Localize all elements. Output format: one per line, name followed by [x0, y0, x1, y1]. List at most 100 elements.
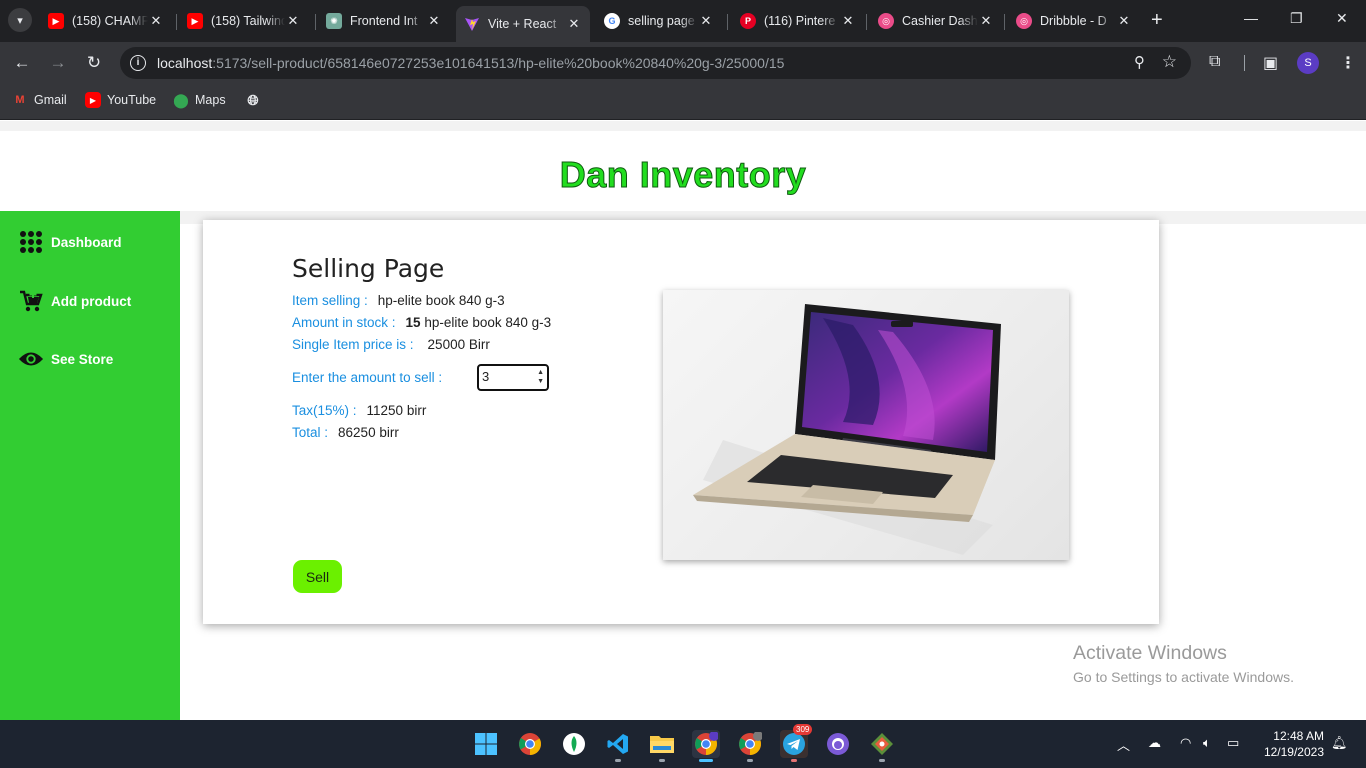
youtube-icon: ▶	[85, 92, 101, 108]
bookmark-label: Gmail	[34, 93, 67, 107]
amount-input[interactable]: 3 ▲ ▼	[477, 364, 549, 391]
volume-icon[interactable]: 🔈︎	[1203, 735, 1211, 751]
tab-vite-react[interactable]: Vite + React ✕	[456, 6, 590, 42]
browser-toolbar: ← → ↻ i localhost:5173/sell-product/6581…	[0, 42, 1366, 84]
grid-icon	[18, 229, 44, 255]
taskbar-chrome-profile[interactable]	[692, 730, 720, 758]
new-tab-button[interactable]: +	[1151, 9, 1163, 31]
globe-icon: 🌐︎	[247, 91, 259, 108]
tray-overflow-icon[interactable]: ︿	[1117, 735, 1130, 754]
taskbar-vscode[interactable]	[604, 730, 632, 758]
system-clock[interactable]: 12:48 AM 12/19/2023	[1258, 728, 1324, 760]
sidebar: Dashboard Add product See Store	[0, 211, 180, 720]
tab-youtube-tailwind[interactable]: ▶ (158) Tailwind ✕	[179, 6, 309, 36]
page-viewport: Dan Inventory Dashboard Add product See …	[0, 121, 1366, 720]
sidebar-item-add-product[interactable]: Add product	[18, 288, 131, 314]
sell-button[interactable]: Sell	[293, 560, 342, 593]
tax-value: 11250 birr	[366, 403, 427, 418]
tab-title: (158) Tailwind	[211, 14, 285, 28]
item-selling-value: hp-elite book 840 g-3	[377, 293, 505, 308]
price-row: Single Item price is : 25000 Birr	[292, 337, 490, 352]
address-bar[interactable]: i localhost:5173/sell-product/658146e072…	[120, 47, 1191, 79]
git-icon	[871, 733, 893, 755]
tab-cashier-dash[interactable]: ◎ Cashier Dash ✕	[870, 6, 1002, 36]
taskbar-chrome-2[interactable]	[736, 730, 764, 758]
cloud-off-icon[interactable]: ☁︎	[1148, 735, 1161, 751]
window-close-button[interactable]: ✕	[1336, 10, 1348, 27]
telegram-icon	[783, 733, 805, 755]
tab-frontend-int[interactable]: ✺ Frontend Int ✕	[318, 6, 450, 36]
bookmark-maps[interactable]: ⬤ Maps	[173, 91, 226, 108]
pinterest-icon: P	[740, 13, 756, 29]
bookmark-label: Maps	[195, 93, 226, 107]
tab-youtube-champ[interactable]: ▶ (158) CHAMP ✕	[40, 6, 172, 36]
notification-bell-icon[interactable]: 🔔︎	[1331, 735, 1348, 751]
page-title: Selling Page	[292, 254, 445, 283]
selling-card: Selling Page Item selling : hp-elite book…	[203, 220, 1159, 624]
taskbar-mongodb[interactable]	[560, 730, 588, 758]
wifi-icon[interactable]: ◠	[1180, 735, 1191, 751]
brand-title: Dan Inventory	[559, 154, 807, 196]
taskbar-telegram[interactable]: 309	[780, 724, 813, 758]
bookmark-star-icon[interactable]: ☆	[1162, 52, 1177, 72]
tab-search-button[interactable]: ▾	[8, 8, 32, 32]
price-value: 25000 Birr	[427, 337, 490, 352]
sidebar-item-see-store[interactable]: See Store	[18, 346, 113, 372]
taskbar-file-explorer[interactable]	[648, 730, 676, 758]
forward-button[interactable]: →	[47, 52, 69, 74]
item-selling-label: Item selling :	[292, 293, 368, 308]
activate-windows-watermark: Activate Windows Go to Settings to activ…	[1073, 642, 1294, 685]
profile-avatar[interactable]: S	[1297, 52, 1319, 74]
stock-count: 15	[405, 315, 421, 330]
start-button[interactable]	[472, 730, 500, 758]
taskbar-chrome[interactable]	[516, 730, 544, 758]
windows-taskbar: 309 ︿ ☁︎ ◠ 🔈︎ ▭ 12:48 AM 12/19/2023 🔔︎	[0, 720, 1366, 768]
close-icon[interactable]: ✕	[426, 13, 442, 29]
extensions-icon[interactable]: ⧉	[1209, 53, 1220, 71]
bookmarks-bar: M Gmail ▶ YouTube ⬤ Maps 🌐︎	[0, 84, 1366, 120]
youtube-icon: ▶	[187, 13, 203, 29]
tab-pinterest[interactable]: P (116) Pintere ✕	[732, 6, 864, 36]
stock-label: Amount in stock :	[292, 315, 396, 330]
spinner-icon[interactable]: ▲ ▼	[537, 368, 544, 386]
zoom-icon[interactable]: ⚲	[1134, 53, 1145, 71]
close-icon[interactable]: ✕	[566, 16, 582, 32]
close-icon[interactable]: ✕	[1116, 13, 1132, 29]
mongodb-icon	[563, 733, 585, 755]
url-text[interactable]: localhost:5173/sell-product/658146e07272…	[157, 55, 784, 71]
close-icon[interactable]: ✕	[978, 13, 994, 29]
minimize-button[interactable]: —	[1244, 10, 1258, 26]
sidebar-item-label: Add product	[51, 293, 132, 309]
back-button[interactable]: ←	[11, 52, 33, 74]
sidebar-item-dashboard[interactable]: Dashboard	[18, 229, 122, 255]
tab-dribbble[interactable]: ◎ Dribbble - D ✕	[1008, 6, 1140, 36]
amount-input-value: 3	[482, 369, 490, 384]
bookmark-gmail[interactable]: M Gmail	[12, 92, 67, 108]
vite-icon	[464, 16, 480, 32]
battery-icon[interactable]: ▭	[1227, 735, 1239, 751]
restore-button[interactable]: ❐	[1290, 10, 1303, 27]
sidebar-item-label: Dashboard	[51, 234, 122, 250]
close-icon[interactable]: ✕	[698, 13, 714, 29]
taskbar-git[interactable]	[868, 730, 896, 758]
side-panel-icon[interactable]: ▣	[1263, 53, 1278, 73]
gmail-icon: M	[15, 94, 25, 106]
bookmark-globe[interactable]: 🌐︎	[245, 92, 267, 108]
bookmark-youtube[interactable]: ▶ YouTube	[85, 92, 156, 108]
menu-icon[interactable]: ⋮	[1340, 53, 1356, 73]
activate-title: Activate Windows	[1073, 642, 1227, 664]
stock-item: hp-elite book 840 g-3	[424, 315, 552, 330]
taskbar-github[interactable]	[824, 730, 852, 758]
bookmark-label: YouTube	[107, 93, 157, 107]
site-info-icon[interactable]: i	[130, 55, 146, 71]
close-icon[interactable]: ✕	[148, 13, 164, 29]
reload-button[interactable]: ↻	[83, 52, 105, 74]
chrome-icon	[739, 732, 762, 755]
close-icon[interactable]: ✕	[285, 13, 301, 29]
tab-selling-page[interactable]: G selling page ✕	[596, 6, 722, 36]
youtube-icon: ▶	[48, 13, 64, 29]
dribbble-icon: ◎	[1016, 13, 1032, 29]
maps-icon: ⬤	[173, 91, 189, 108]
eye-icon	[18, 346, 44, 372]
close-icon[interactable]: ✕	[840, 13, 856, 29]
